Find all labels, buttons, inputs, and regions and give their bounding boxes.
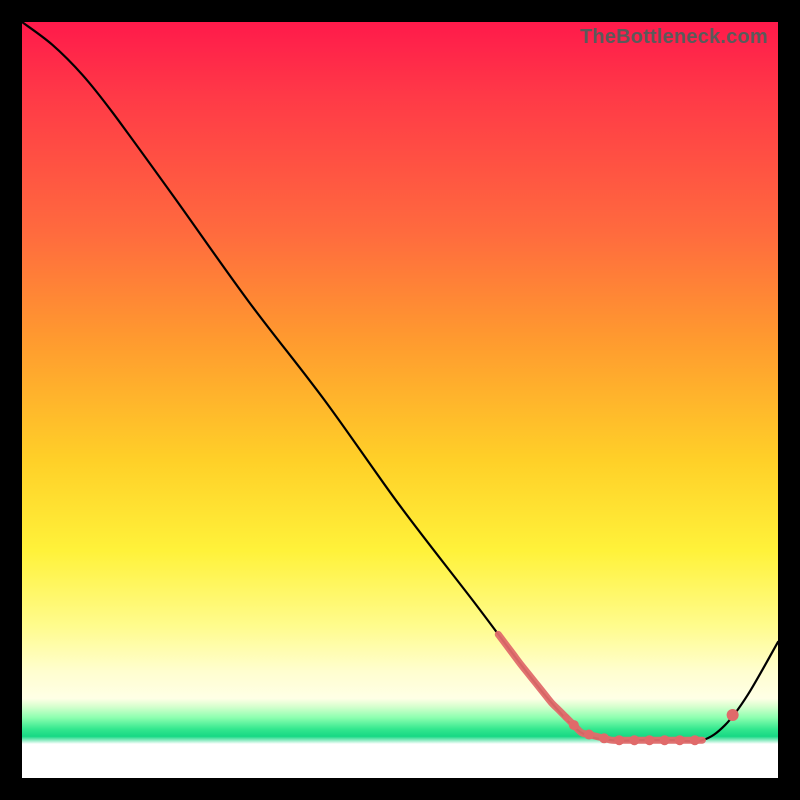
valley-dot (614, 735, 624, 745)
valley-dot (644, 735, 654, 745)
valley-dot (569, 720, 579, 730)
valley-dot (690, 735, 700, 745)
valley-dot (629, 735, 639, 745)
highlight-descending (498, 634, 566, 717)
bottleneck-curve (22, 22, 778, 741)
curve-svg (22, 22, 778, 778)
valley-dot (675, 735, 685, 745)
valley-dots (569, 720, 700, 745)
valley-dot (660, 735, 670, 745)
plot-area: TheBottleneck.com (22, 22, 778, 778)
highlight-point-ascending (727, 709, 739, 721)
chart-frame: TheBottleneck.com (0, 0, 800, 800)
valley-dot (599, 733, 609, 743)
valley-dot (584, 730, 594, 740)
